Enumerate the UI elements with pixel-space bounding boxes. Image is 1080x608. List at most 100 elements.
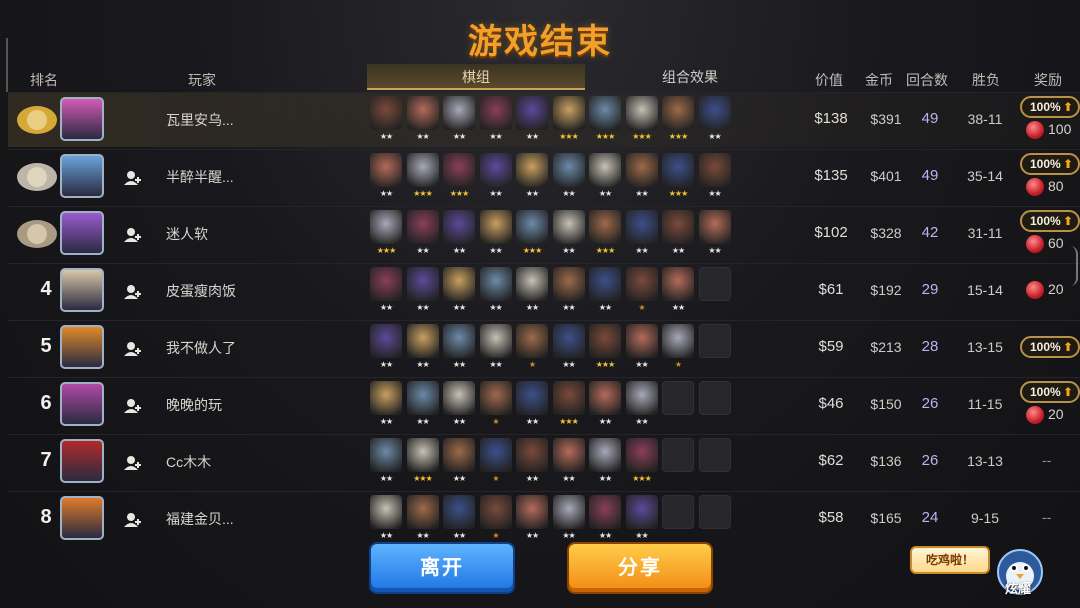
avatar[interactable] bbox=[60, 439, 104, 483]
chess-piece[interactable] bbox=[552, 495, 585, 529]
chess-piece[interactable] bbox=[552, 96, 585, 130]
chess-piece[interactable] bbox=[443, 267, 475, 301]
chess-piece[interactable] bbox=[552, 324, 585, 358]
tab-synergy[interactable]: 组合效果 bbox=[590, 64, 790, 90]
player-name[interactable]: 瓦里安乌... bbox=[166, 110, 234, 130]
chess-piece[interactable] bbox=[479, 267, 512, 301]
chess-piece[interactable] bbox=[406, 495, 439, 529]
avatar[interactable] bbox=[60, 211, 104, 255]
player-name[interactable]: 福建金贝... bbox=[166, 509, 234, 529]
add-friend-icon[interactable] bbox=[122, 453, 142, 473]
chess-piece[interactable] bbox=[443, 96, 475, 130]
chess-piece[interactable] bbox=[698, 153, 731, 187]
avatar[interactable] bbox=[60, 268, 104, 312]
chess-piece[interactable] bbox=[516, 153, 548, 187]
add-friend-icon[interactable] bbox=[122, 282, 142, 302]
player-name[interactable]: 半醉半醒... bbox=[166, 167, 234, 187]
avatar[interactable] bbox=[60, 496, 104, 540]
avatar[interactable] bbox=[60, 325, 104, 369]
chess-piece[interactable] bbox=[516, 96, 548, 130]
chess-piece[interactable] bbox=[479, 96, 512, 130]
chess-piece[interactable] bbox=[516, 210, 548, 244]
add-friend-icon[interactable] bbox=[122, 168, 142, 188]
chess-piece[interactable] bbox=[443, 438, 475, 472]
player-name[interactable]: Cc木木 bbox=[166, 452, 211, 472]
chess-piece[interactable] bbox=[662, 96, 694, 130]
chess-piece[interactable] bbox=[370, 267, 402, 301]
chess-piece[interactable] bbox=[698, 210, 731, 244]
chess-piece[interactable] bbox=[370, 153, 402, 187]
chess-piece[interactable] bbox=[443, 324, 475, 358]
chess-piece[interactable] bbox=[516, 495, 548, 529]
chess-piece[interactable] bbox=[589, 324, 621, 358]
chess-piece[interactable] bbox=[406, 381, 439, 415]
avatar[interactable] bbox=[60, 382, 104, 426]
chess-piece[interactable] bbox=[479, 381, 512, 415]
chess-piece[interactable] bbox=[443, 153, 475, 187]
chess-piece[interactable] bbox=[552, 438, 585, 472]
chess-piece[interactable] bbox=[589, 153, 621, 187]
chess-piece[interactable] bbox=[552, 267, 585, 301]
chess-piece[interactable] bbox=[479, 495, 512, 529]
chess-piece[interactable] bbox=[370, 495, 402, 529]
chess-piece[interactable] bbox=[479, 438, 512, 472]
tab-board[interactable]: 棋组 bbox=[367, 64, 585, 90]
chess-piece[interactable] bbox=[406, 210, 439, 244]
chess-piece[interactable] bbox=[552, 210, 585, 244]
chess-piece[interactable] bbox=[516, 324, 548, 358]
chess-piece[interactable] bbox=[698, 96, 731, 130]
chess-piece[interactable] bbox=[516, 267, 548, 301]
add-friend-icon[interactable] bbox=[122, 510, 142, 530]
chess-piece[interactable] bbox=[589, 267, 621, 301]
player-name[interactable]: 皮蛋瘦肉饭 bbox=[166, 281, 236, 301]
chess-piece[interactable] bbox=[370, 381, 402, 415]
add-friend-icon[interactable] bbox=[122, 225, 142, 245]
avatar[interactable] bbox=[60, 97, 104, 141]
chess-piece[interactable] bbox=[589, 210, 621, 244]
chess-piece[interactable] bbox=[625, 210, 658, 244]
chess-piece[interactable] bbox=[479, 153, 512, 187]
add-friend-icon[interactable] bbox=[122, 339, 142, 359]
chess-piece[interactable] bbox=[552, 381, 585, 415]
side-handle[interactable] bbox=[1070, 246, 1078, 286]
chess-piece[interactable] bbox=[552, 153, 585, 187]
chess-piece[interactable] bbox=[625, 267, 658, 301]
chess-piece[interactable] bbox=[479, 210, 512, 244]
chess-piece[interactable] bbox=[443, 381, 475, 415]
chess-piece[interactable] bbox=[662, 210, 694, 244]
chess-piece[interactable] bbox=[589, 96, 621, 130]
share-button[interactable]: 分享 bbox=[569, 544, 711, 592]
chess-piece[interactable] bbox=[662, 267, 694, 301]
chess-piece[interactable] bbox=[662, 153, 694, 187]
chess-piece[interactable] bbox=[516, 381, 548, 415]
chess-piece[interactable] bbox=[479, 324, 512, 358]
chess-piece[interactable] bbox=[370, 96, 402, 130]
player-name[interactable]: 迷人软 bbox=[166, 224, 208, 244]
leave-button[interactable]: 离开 bbox=[371, 544, 513, 592]
chess-piece[interactable] bbox=[370, 324, 402, 358]
chess-piece[interactable] bbox=[443, 495, 475, 529]
chess-piece[interactable] bbox=[370, 438, 402, 472]
chess-piece[interactable] bbox=[443, 210, 475, 244]
avatar[interactable] bbox=[60, 154, 104, 198]
chess-piece[interactable] bbox=[625, 381, 658, 415]
chess-piece[interactable] bbox=[406, 96, 439, 130]
chess-piece[interactable] bbox=[406, 438, 439, 472]
chess-piece[interactable] bbox=[625, 324, 658, 358]
chess-piece[interactable] bbox=[370, 210, 402, 244]
chess-piece[interactable] bbox=[406, 324, 439, 358]
chess-piece[interactable] bbox=[589, 495, 621, 529]
chess-piece[interactable] bbox=[625, 96, 658, 130]
chess-piece[interactable] bbox=[406, 153, 439, 187]
chess-piece[interactable] bbox=[589, 438, 621, 472]
chess-piece[interactable] bbox=[589, 381, 621, 415]
chess-piece[interactable] bbox=[406, 267, 439, 301]
chess-piece[interactable] bbox=[625, 153, 658, 187]
chess-piece[interactable] bbox=[516, 438, 548, 472]
add-friend-icon[interactable] bbox=[122, 396, 142, 416]
player-name[interactable]: 我不做人了 bbox=[166, 338, 236, 358]
chess-piece[interactable] bbox=[625, 438, 658, 472]
chess-piece[interactable] bbox=[625, 495, 658, 529]
player-name[interactable]: 晚晚的玩 bbox=[166, 395, 222, 415]
chess-piece[interactable] bbox=[662, 324, 694, 358]
